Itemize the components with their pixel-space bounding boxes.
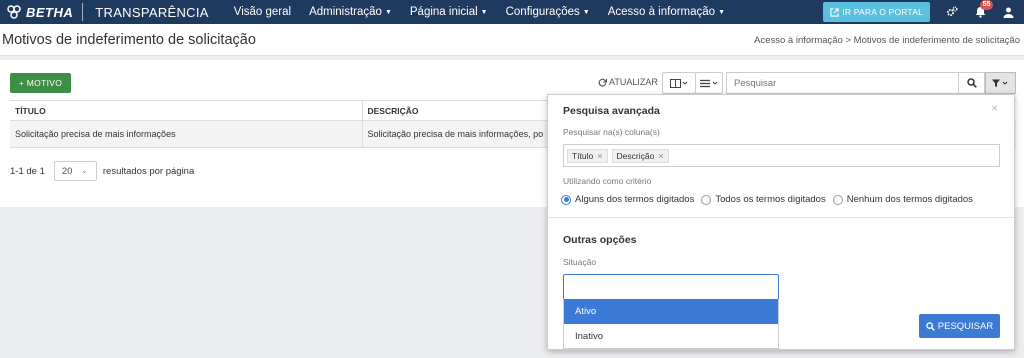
- list-options-button[interactable]: [695, 72, 723, 94]
- chevron-down-icon: ▼: [718, 8, 726, 16]
- gears-icon: [947, 6, 958, 16]
- chevron-down-icon: ▼: [582, 8, 590, 16]
- columns-label: Pesquisar na(s) coluna(s): [563, 127, 660, 137]
- menu-acesso-informacao[interactable]: Acesso à informação ▼: [599, 0, 734, 24]
- other-options-title: Outras opções: [563, 234, 637, 246]
- navbar-actions: IR PARA O PORTAL 55: [823, 0, 1024, 24]
- radio-label: Nenhum dos termos digitados: [846, 194, 973, 205]
- betha-logo-icon: [7, 5, 21, 19]
- breadcrumb[interactable]: Acesso à informação > Motivos de indefer…: [754, 35, 1020, 46]
- pesquisar-label: PESQUISAR: [937, 320, 994, 332]
- pagination-range: 1-1 de 1: [10, 165, 45, 177]
- page-header: Motivos de indeferimento de solicitação …: [0, 24, 1024, 56]
- advanced-filter-button[interactable]: [985, 72, 1016, 94]
- columns-tag-input[interactable]: Título × Descrição ×: [563, 144, 1000, 167]
- remove-tag-icon[interactable]: ×: [597, 151, 602, 161]
- search-input[interactable]: [726, 72, 959, 94]
- menu-label: Configurações: [505, 6, 580, 18]
- close-icon[interactable]: ×: [991, 101, 998, 115]
- chevron-down-icon: ▼: [384, 8, 392, 16]
- radio-unchecked-icon: [701, 194, 712, 205]
- column-tag-descricao: Descrição ×: [611, 148, 669, 163]
- search-icon: [966, 78, 977, 88]
- chevron-down-icon: ▼: [480, 8, 488, 16]
- menu-label: Administração: [309, 6, 382, 18]
- brand[interactable]: BETHA TRANSPARÊNCIA: [0, 0, 209, 24]
- main-menu: Visão geral Administração ▼ Página inicia…: [225, 0, 734, 24]
- tag-label: Título: [572, 150, 594, 161]
- situacao-select[interactable]: [563, 274, 779, 300]
- portal-button-label: IR PARA O PORTAL: [842, 7, 923, 17]
- divider: [548, 217, 1014, 218]
- brand-name: BETHA: [26, 4, 74, 20]
- product-name: TRANSPARÊNCIA: [95, 4, 209, 20]
- menu-label: Página inicial: [409, 6, 478, 18]
- tag-label: Descrição: [616, 150, 655, 161]
- user-menu-button[interactable]: [996, 0, 1020, 24]
- notifications-button[interactable]: 55: [968, 0, 993, 24]
- list-icon: [700, 79, 718, 87]
- radio-checked-icon: [561, 194, 571, 205]
- columns-toggle-button[interactable]: [662, 72, 696, 94]
- column-header-titulo[interactable]: TÍTULO: [10, 100, 363, 121]
- table-cell-titulo: Solicitação precisa de mais informações: [10, 120, 363, 148]
- brand-divider: [82, 3, 84, 21]
- page-title: Motivos de indeferimento de solicitação: [2, 32, 256, 48]
- settings-button[interactable]: [940, 0, 964, 24]
- criteria-label: Utilizando como critério: [563, 176, 652, 186]
- criteria-radio-group: Alguns dos termos digitados Todos os ter…: [561, 194, 980, 205]
- radio-alguns-termos[interactable]: Alguns dos termos digitados: [561, 194, 694, 205]
- columns-icon: [670, 78, 688, 88]
- search-button[interactable]: [958, 72, 985, 94]
- radio-unchecked-icon: [832, 194, 843, 205]
- add-motivo-button[interactable]: + MOTIVO: [10, 73, 71, 93]
- pagination: 1-1 de 1 20 ⌄ resultados por página: [10, 161, 194, 181]
- search-icon: [926, 321, 935, 331]
- radio-todos-termos[interactable]: Todos os termos digitados: [701, 194, 826, 205]
- option-inativo[interactable]: Inativo: [564, 324, 778, 349]
- advanced-search-title: Pesquisa avançada: [563, 105, 660, 117]
- menu-visao-geral[interactable]: Visão geral: [225, 0, 300, 24]
- menu-configuracoes[interactable]: Configurações ▼: [497, 0, 599, 24]
- filter-icon: [992, 79, 1008, 87]
- page-size-select[interactable]: 20 ⌄: [53, 161, 97, 181]
- notification-badge: 55: [980, 0, 993, 10]
- chevron-down-icon: ⌄: [81, 168, 88, 175]
- option-ativo[interactable]: Ativo: [564, 299, 778, 324]
- advanced-search-popover: Pesquisa avançada × Pesquisar na(s) colu…: [547, 94, 1015, 350]
- go-to-portal-button[interactable]: IR PARA O PORTAL: [823, 2, 930, 22]
- remove-tag-icon[interactable]: ×: [658, 151, 663, 161]
- menu-pagina-inicial[interactable]: Página inicial ▼: [401, 0, 497, 24]
- refresh-button[interactable]: ATUALIZAR: [598, 77, 658, 87]
- radio-nenhum-termo[interactable]: Nenhum dos termos digitados: [832, 194, 973, 205]
- page-size-value: 20: [61, 165, 73, 177]
- pagination-label: resultados por página: [102, 165, 195, 177]
- refresh-icon: [598, 78, 607, 87]
- situacao-label: Situação: [563, 257, 597, 267]
- pesquisar-button[interactable]: PESQUISAR: [919, 314, 1000, 338]
- radio-label: Todos os termos digitados: [715, 194, 826, 205]
- radio-label: Alguns dos termos digitados: [575, 194, 695, 205]
- external-link-icon: [830, 7, 839, 17]
- situacao-dropdown: Ativo Inativo: [563, 299, 779, 349]
- top-navbar: BETHA TRANSPARÊNCIA Visão geral Administ…: [0, 0, 1024, 24]
- column-tag-titulo: Título ×: [567, 148, 608, 163]
- user-icon: [1003, 7, 1013, 18]
- refresh-label: ATUALIZAR: [609, 77, 658, 87]
- menu-label: Visão geral: [233, 6, 292, 18]
- menu-label: Acesso à informação: [607, 6, 716, 18]
- menu-administracao[interactable]: Administração ▼: [300, 0, 401, 24]
